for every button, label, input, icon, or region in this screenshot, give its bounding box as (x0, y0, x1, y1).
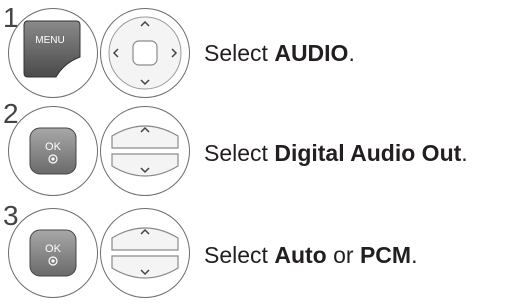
menu-key-icon[interactable]: MENU (22, 19, 82, 81)
ok-key-label: OK (45, 243, 62, 255)
up-down-keys-icon[interactable] (100, 208, 190, 298)
up-down-keys-icon[interactable] (100, 106, 190, 196)
step-3-instruction: Select Auto or PCM. (204, 242, 418, 268)
step-1: 1 MENU Select AUDIO. (0, 0, 522, 100)
ok-key-icon[interactable]: OK (28, 228, 78, 278)
step-1-instruction: Select AUDIO. (204, 40, 355, 66)
menu-key-label: MENU (35, 35, 64, 46)
step-2: 2 OK Select Digital Audio Out. (0, 100, 522, 202)
step-2-instruction: Select Digital Audio Out. (204, 140, 468, 166)
ok-key-label: OK (45, 141, 62, 153)
navigation-pad-icon[interactable] (100, 8, 190, 98)
step-3: 3 OK Select Auto or PCM. (0, 202, 522, 304)
ok-key-icon[interactable]: OK (28, 126, 78, 176)
